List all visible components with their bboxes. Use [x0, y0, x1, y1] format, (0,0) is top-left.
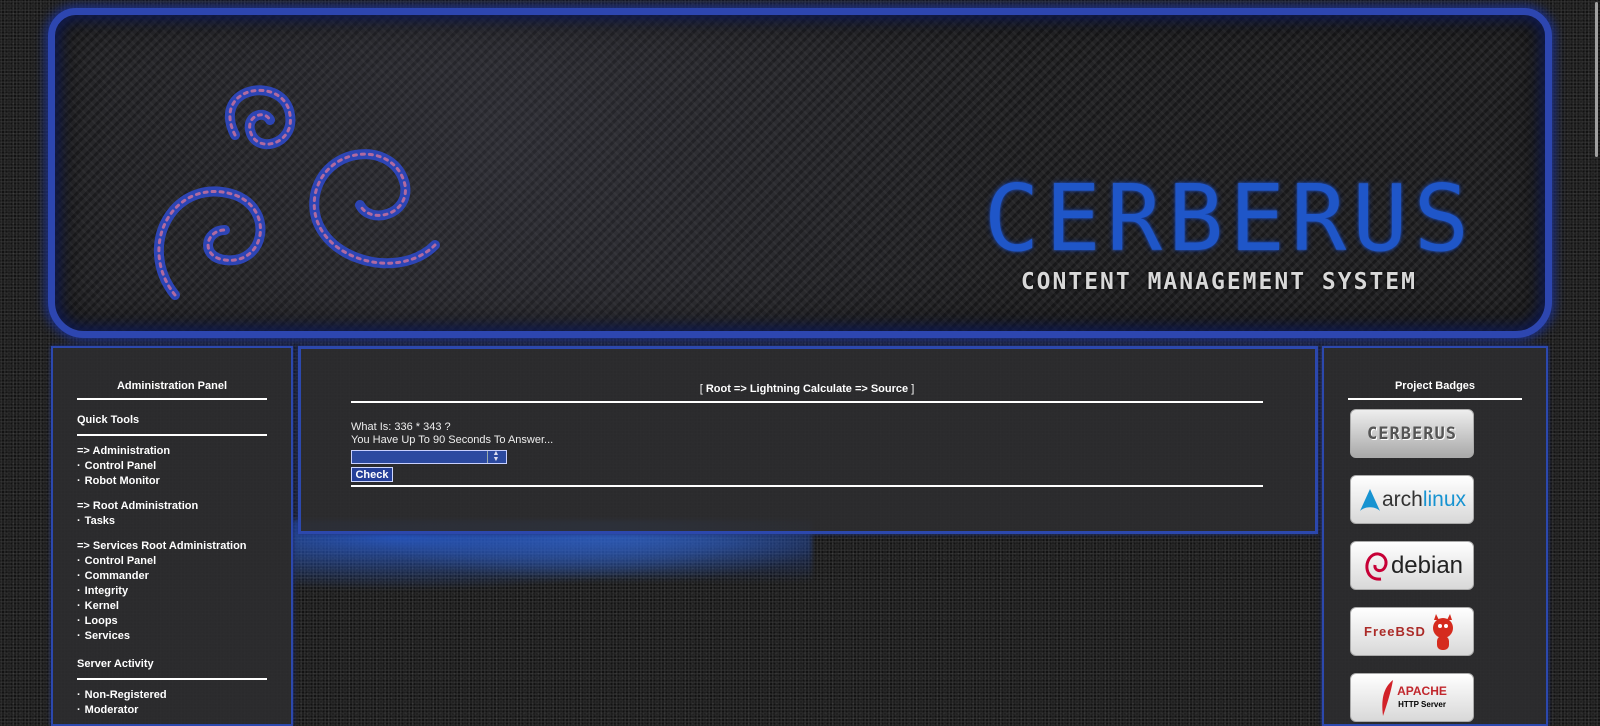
panel-title: Project Badges — [1394, 380, 1476, 392]
badge-debian[interactable]: debian — [1350, 541, 1474, 590]
badge-archlinux[interactable]: archlinux — [1350, 475, 1474, 524]
nav-item-label: Control Panel — [84, 555, 157, 567]
nav-item-label: Robot Monitor — [84, 475, 160, 487]
badge-debian-logo: debian — [1390, 551, 1464, 579]
panel-title: Administration Panel — [116, 380, 228, 392]
bullet-icon: · — [77, 515, 81, 527]
nav-item-robot-monitor[interactable]: · Robot Monitor — [77, 474, 267, 489]
nav-group-root-administration: => Root Administration · Tasks — [77, 499, 267, 529]
nav-group-administration: => Administration · Control Panel · Robot … — [77, 444, 267, 489]
badge-apache[interactable]: APACHE HTTP Server — [1350, 673, 1474, 722]
bullet-icon: · — [77, 475, 81, 487]
breadcrumb-open: [ — [699, 383, 703, 395]
nav-heading-root-administration[interactable]: => Root Administration — [77, 499, 267, 514]
nav-item-label: Integrity — [84, 585, 129, 597]
challenge-question: What Is: 336 * 343 ? — [351, 421, 451, 433]
nav-item-integrity[interactable]: · Integrity — [77, 584, 267, 599]
bullet-icon: · — [77, 555, 81, 567]
nav-item-label: Commander — [84, 570, 149, 582]
divider — [77, 678, 267, 680]
content-panel: [ Root => Lightning Calculate => Source … — [298, 346, 1318, 534]
scrollbar-thumb[interactable] — [1595, 2, 1598, 157]
nav-item-control-panel[interactable]: · Control Panel — [77, 554, 267, 569]
badge-apache-logo: APACHE HTTP Server — [1397, 683, 1447, 709]
bullet-icon: · — [77, 689, 81, 701]
nav-item-label: Services — [84, 630, 130, 642]
debian-swirl-icon — [1365, 552, 1388, 581]
nav-item-label: Kernel — [84, 600, 119, 612]
nav-item-tasks[interactable]: · Tasks — [77, 514, 267, 529]
badge-freebsd-logo: FreeBSD — [1364, 624, 1426, 639]
breadcrumb-close: ] — [911, 383, 915, 395]
divider — [77, 398, 267, 400]
site-subtitle: CONTENT MANAGEMENT SYSTEM — [1020, 269, 1417, 295]
badge-archlinux-logo: archlinux — [1381, 487, 1467, 511]
breadcrumb: [ Root => Lightning Calculate => Source … — [351, 383, 1263, 395]
administration-panel: Administration Panel Quick Tools => Admi… — [51, 346, 293, 726]
bullet-icon: · — [77, 615, 81, 627]
site-title: CERBERUS — [983, 165, 1475, 272]
bsd-daemon-icon — [1432, 613, 1453, 650]
divider — [351, 401, 1263, 403]
nav-item-non-registered[interactable]: · Non-Registered — [77, 688, 267, 703]
nav-item-label: Tasks — [84, 515, 116, 527]
challenge-text: What Is: 336 * 343 ? You Have Up To 90 S… — [351, 421, 553, 447]
nav-item-services[interactable]: · Services — [77, 629, 267, 644]
bullet-icon: · — [77, 630, 81, 642]
nav-heading-administration[interactable]: => Administration — [77, 444, 267, 459]
nav-item-label: Non-Registered — [84, 689, 167, 701]
nav-heading-services-root-administration[interactable]: => Services Root Administration — [77, 539, 267, 554]
header-banner: CERBERUS CONTENT MANAGEMENT SYSTEM — [48, 8, 1552, 338]
badge-freebsd[interactable]: FreeBSD — [1350, 607, 1474, 656]
nav-item-label: Moderator — [84, 704, 139, 716]
nav-item-label: Loops — [84, 615, 118, 627]
arch-logo-icon — [1359, 488, 1380, 511]
badge-cerberus-logo: CERBERUS — [1367, 423, 1457, 444]
nav-group-services-root-administration: => Services Root Administration · Control… — [77, 539, 267, 644]
divider — [1348, 398, 1522, 400]
apache-feather-icon — [1382, 679, 1394, 716]
challenge-time-note: You Have Up To 90 Seconds To Answer... — [351, 434, 554, 446]
nav-item-kernel[interactable]: · Kernel — [77, 599, 267, 614]
divider — [77, 434, 267, 436]
badge-cerberus[interactable]: CERBERUS — [1350, 409, 1474, 458]
check-button[interactable]: Check — [351, 467, 393, 482]
nav-item-label: Control Panel — [84, 460, 157, 472]
nav-item-control-panel[interactable]: · Control Panel — [77, 459, 267, 474]
nav-item-moderator[interactable]: · Moderator — [77, 703, 267, 718]
nav-item-loops[interactable]: · Loops — [77, 614, 267, 629]
bullet-icon: · — [77, 570, 81, 582]
answer-number-input[interactable]: ▲ ▼ — [351, 450, 507, 464]
nav-item-commander[interactable]: · Commander — [77, 569, 267, 584]
page-scrollbar[interactable] — [1588, 0, 1600, 714]
bullet-icon: · — [77, 460, 81, 472]
bullet-icon: · — [77, 600, 81, 612]
server-activity-heading: Server Activity — [77, 658, 154, 670]
cerberus-swirl-logo-icon — [153, 85, 440, 300]
bullet-icon: · — [77, 585, 81, 597]
project-badges-panel: Project Badges CERBERUS archlinux debian… — [1322, 346, 1548, 726]
breadcrumb-path[interactable]: Root => Lightning Calculate => Source — [706, 383, 908, 395]
divider — [351, 485, 1263, 487]
quick-tools-heading: Quick Tools — [77, 414, 140, 426]
spinner-arrows-icon[interactable]: ▲ ▼ — [487, 450, 504, 463]
bullet-icon: · — [77, 704, 81, 716]
